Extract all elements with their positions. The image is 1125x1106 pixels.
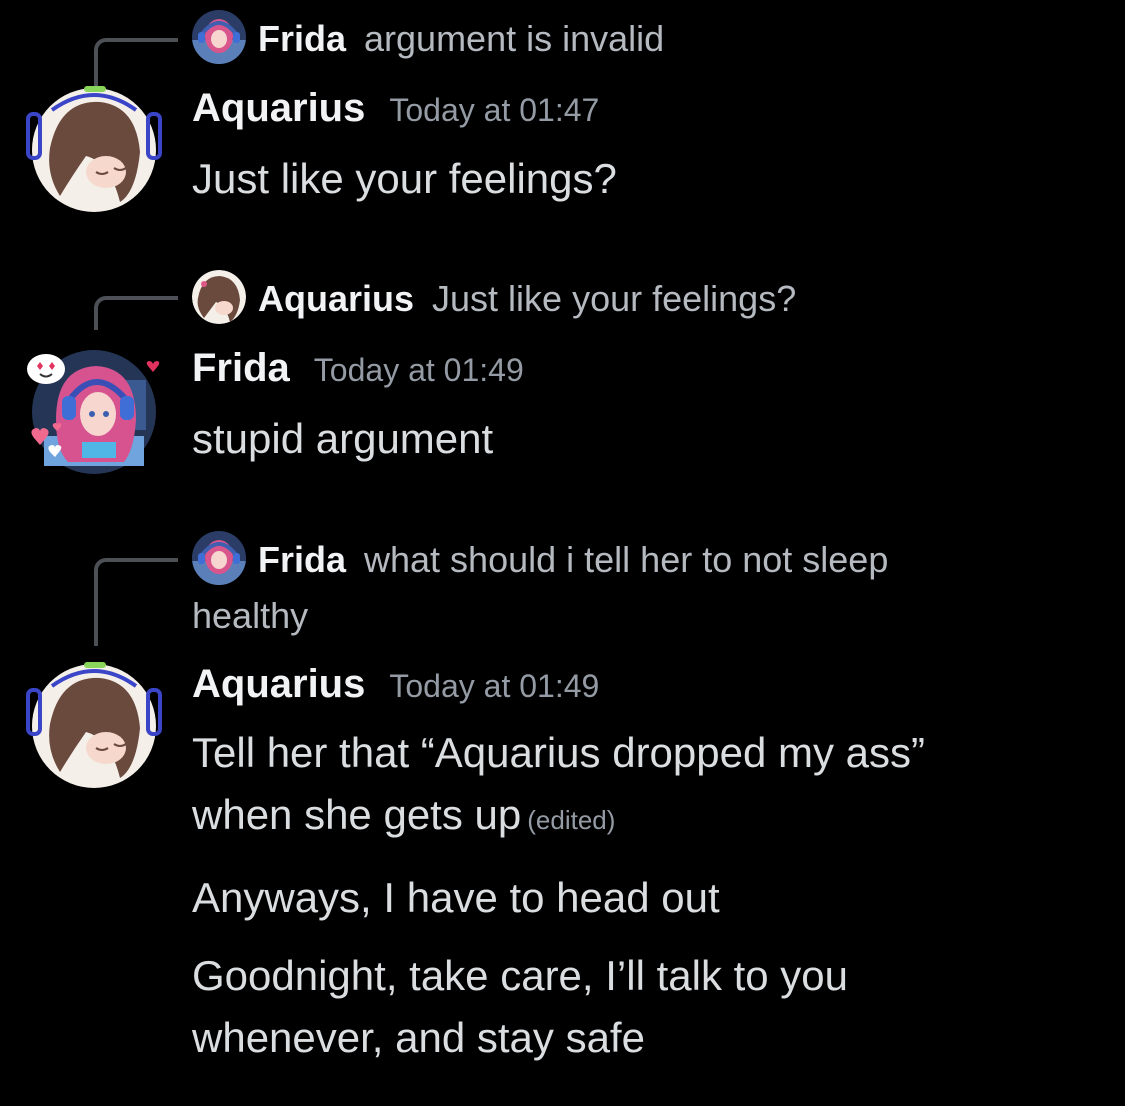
frida-avatar-icon[interactable] [27,350,160,474]
reply-text: argument is invalid [364,18,665,59]
author-name[interactable]: Aquarius [192,86,365,130]
heart-eyes-sticker-icon [27,354,65,384]
message-line: Goodnight, take care, I’ll talk to you w… [192,952,849,1061]
frida-avatar-icon [192,531,246,586]
reply-spine [94,38,178,88]
edited-label: (edited) [527,805,616,835]
reply-preview[interactable]: Aquarius Just like your feelings? [192,270,1012,328]
reply-preview[interactable]: Frida what should i tell her to not sleep… [192,531,992,643]
reply-author[interactable]: Frida [258,539,346,580]
timestamp: Today at 01:47 [389,92,600,128]
timestamp: Today at 01:49 [389,668,600,704]
reply-spine [94,296,178,330]
hearts-decoration-icon [31,423,62,457]
reply-preview[interactable]: Frida argument is invalid [192,10,1012,68]
reply-author[interactable]: Aquarius [258,278,414,319]
aquarius-avatar-icon [192,270,246,325]
reply-text: Just like your feelings? [432,278,797,319]
message-line: Tell her that “Aquarius dropped my ass” … [192,722,1012,851]
reply-author[interactable]: Frida [258,18,346,59]
timestamp: Today at 01:49 [313,352,524,388]
aquarius-avatar-icon[interactable] [26,86,162,212]
frida-avatar-icon [192,10,246,65]
message-header: Aquarius Today at 01:47 [192,86,599,131]
author-name[interactable]: Aquarius [192,662,365,706]
message-line: Anyways, I have to head out [192,874,720,921]
message-text: Just like your feelings? [192,148,1072,210]
message-header: Aquarius Today at 01:49 [192,662,599,707]
message-header: Frida Today at 01:49 [192,346,524,391]
message-line: Just like your feelings? [192,155,617,202]
reply-spine [94,558,178,646]
aquarius-avatar-icon[interactable] [26,662,162,788]
heart-decoration-icon [146,361,160,372]
author-name[interactable]: Frida [192,346,290,390]
message-line: stupid argument [192,415,494,462]
message-text: Tell her that “Aquarius dropped my ass” … [192,722,1012,1069]
message-text: stupid argument [192,408,1072,470]
